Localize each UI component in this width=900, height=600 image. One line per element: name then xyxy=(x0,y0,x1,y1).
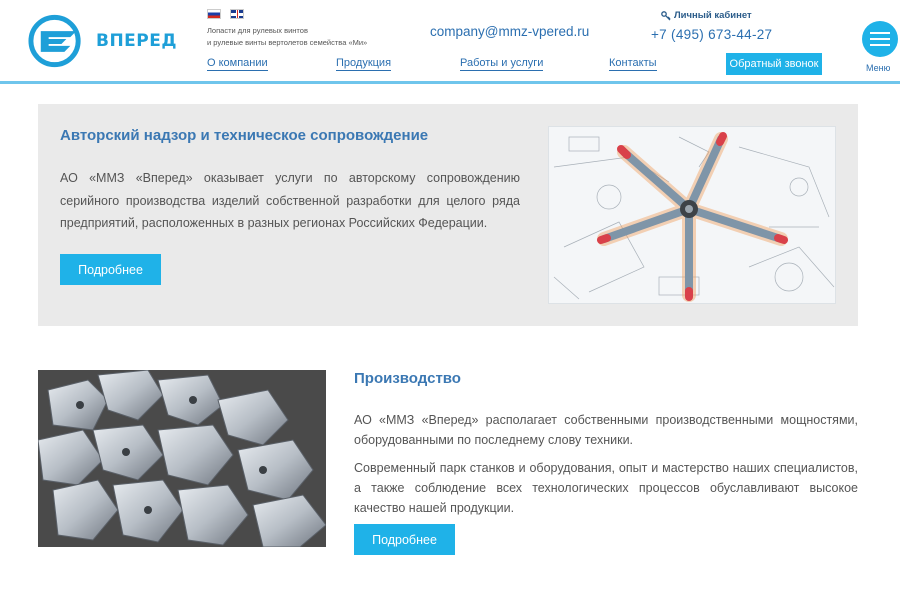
callback-button[interactable]: Обратный звонок xyxy=(726,53,822,75)
section-supervision-title: Авторский надзор и техническое сопровожд… xyxy=(60,127,429,144)
tagline-line-2: и рулевые винты вертолетов семейства «Ми… xyxy=(207,38,368,47)
key-icon xyxy=(661,10,671,20)
rotor-blueprint-illustration xyxy=(549,127,835,303)
section-production-paragraph-2: Современный парк станков и оборудования,… xyxy=(354,461,858,515)
castings-illustration xyxy=(38,370,326,547)
nav-item-products[interactable]: Продукция xyxy=(336,57,392,71)
email-link[interactable]: company@mmz-vpered.ru xyxy=(430,24,589,39)
hamburger-icon-line xyxy=(870,38,890,40)
menu-label: Меню xyxy=(866,63,891,73)
nav-item-services[interactable]: Работы и услуги xyxy=(460,57,544,71)
phone-number[interactable]: +7 (495) 673-44-27 xyxy=(651,27,772,42)
menu-button[interactable] xyxy=(862,21,898,57)
hamburger-icon-line xyxy=(870,44,890,46)
personal-cabinet-label: Личный кабинет xyxy=(674,10,752,21)
production-castings-image xyxy=(38,370,326,547)
language-en-flag-icon[interactable] xyxy=(230,9,244,19)
personal-cabinet-link[interactable]: Личный кабинет xyxy=(661,10,752,21)
supervision-more-button[interactable]: Подробнее xyxy=(60,254,161,285)
production-more-button[interactable]: Подробнее xyxy=(354,524,455,555)
nav-item-about[interactable]: О компании xyxy=(207,57,268,71)
language-ru-flag-icon[interactable] xyxy=(207,9,221,19)
language-switcher xyxy=(207,9,244,19)
logo-text: ВПЕРЕД xyxy=(95,31,177,51)
tagline-line-1: Лопасти для рулевых винтов xyxy=(207,26,308,35)
hamburger-icon-line xyxy=(870,32,890,34)
rotor-blueprint-image xyxy=(548,126,836,304)
section-production-paragraph-1: АО «ММЗ «Вперед» располагает собственным… xyxy=(354,413,858,447)
section-production-title: Производство xyxy=(354,370,461,387)
nav-item-contacts[interactable]: Контакты xyxy=(609,57,657,71)
section-supervision-text: АО «ММЗ «Вперед» оказывает услуги по авт… xyxy=(60,171,520,230)
section-supervision: Авторский надзор и техническое сопровожд… xyxy=(38,104,858,326)
site-header: ВПЕРЕД Лопасти для рулевых винтов и руле… xyxy=(0,0,900,84)
tagline: Лопасти для рулевых винтов и рулевые вин… xyxy=(207,25,397,49)
